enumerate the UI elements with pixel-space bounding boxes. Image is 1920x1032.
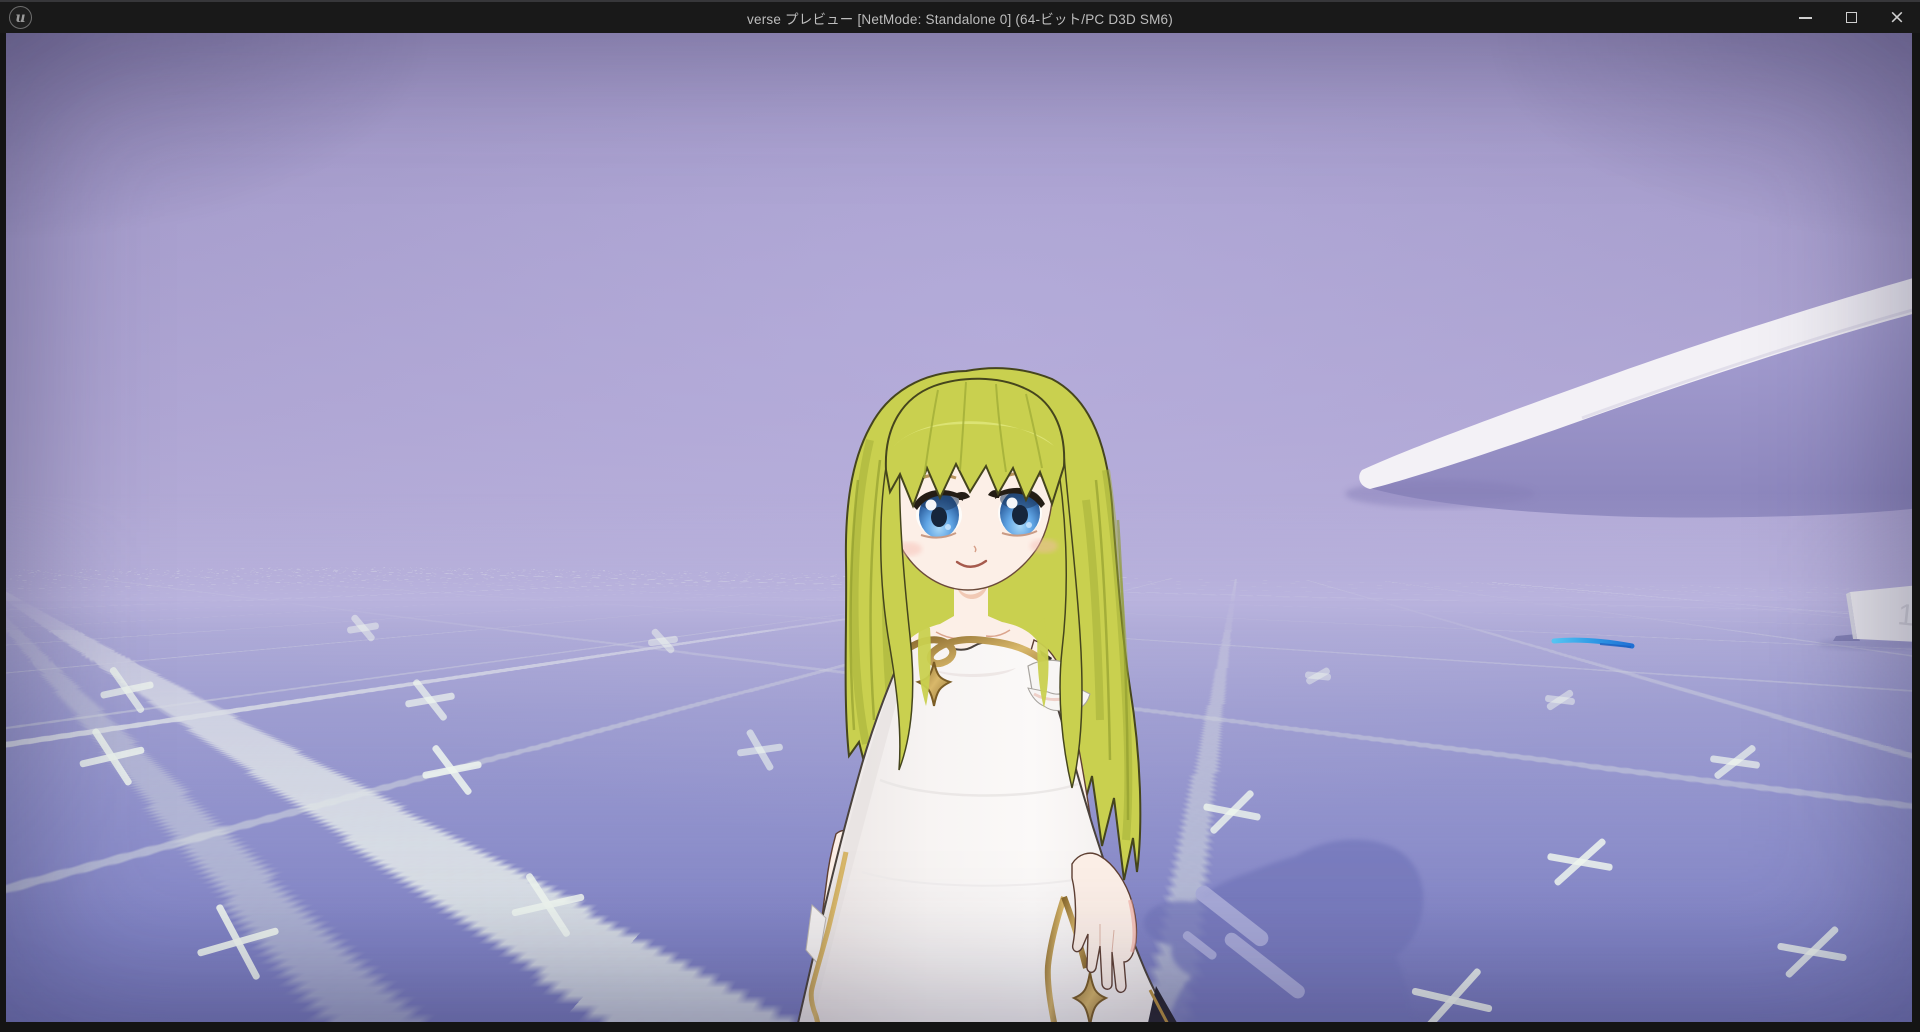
viewport-vignette [6, 33, 1912, 1022]
unreal-preview-window: u verse プレビュー [NetMode: Standalone 0] (6… [0, 0, 1920, 1032]
game-viewport[interactable]: 1 [6, 33, 1912, 1022]
window-titlebar[interactable]: u verse プレビュー [NetMode: Standalone 0] (6… [0, 0, 1920, 33]
window-controls: × [1782, 2, 1920, 33]
close-icon: × [1889, 8, 1905, 27]
window-title: verse プレビュー [NetMode: Standalone 0] (64-… [0, 2, 1920, 33]
minimize-button[interactable] [1782, 2, 1828, 33]
maximize-button[interactable] [1828, 2, 1874, 33]
minimize-icon [1799, 17, 1812, 19]
maximize-icon [1846, 12, 1857, 23]
close-button[interactable]: × [1874, 2, 1920, 33]
unreal-engine-logo-icon: u [9, 6, 32, 29]
